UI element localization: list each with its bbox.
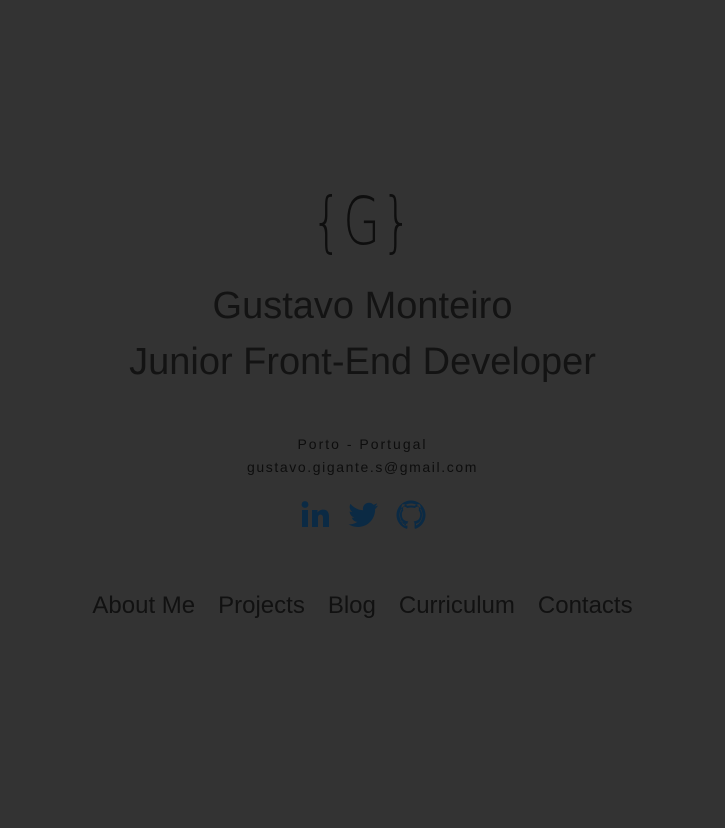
nav-item-curriculum[interactable]: Curriculum — [399, 588, 515, 624]
linkedin-link[interactable] — [298, 498, 332, 532]
nav-item-projects[interactable]: Projects — [218, 588, 305, 624]
social-links — [0, 498, 725, 532]
location-text: Porto - Portugal — [297, 436, 428, 452]
nav-item-about-me[interactable]: About Me — [92, 588, 195, 624]
twitter-icon — [348, 502, 378, 527]
twitter-link[interactable] — [346, 498, 380, 532]
github-link[interactable] — [394, 498, 428, 532]
nav-item-blog[interactable]: Blog — [328, 588, 376, 624]
landing-page: {G} Gustavo Monteiro Junior Front-End De… — [0, 0, 725, 828]
email-text: gustavo.gigante.s@gmail.com — [247, 459, 478, 475]
nav-item-contacts[interactable]: Contacts — [538, 588, 633, 624]
linkedin-icon — [301, 501, 329, 527]
site-logo: {G} — [311, 183, 414, 260]
hero-name: Gustavo Monteiro — [212, 285, 513, 327]
main-nav: About Me Projects Blog Curriculum Contac… — [0, 588, 725, 624]
hero-role: Junior Front-End Developer — [129, 341, 596, 383]
github-icon — [396, 500, 425, 529]
